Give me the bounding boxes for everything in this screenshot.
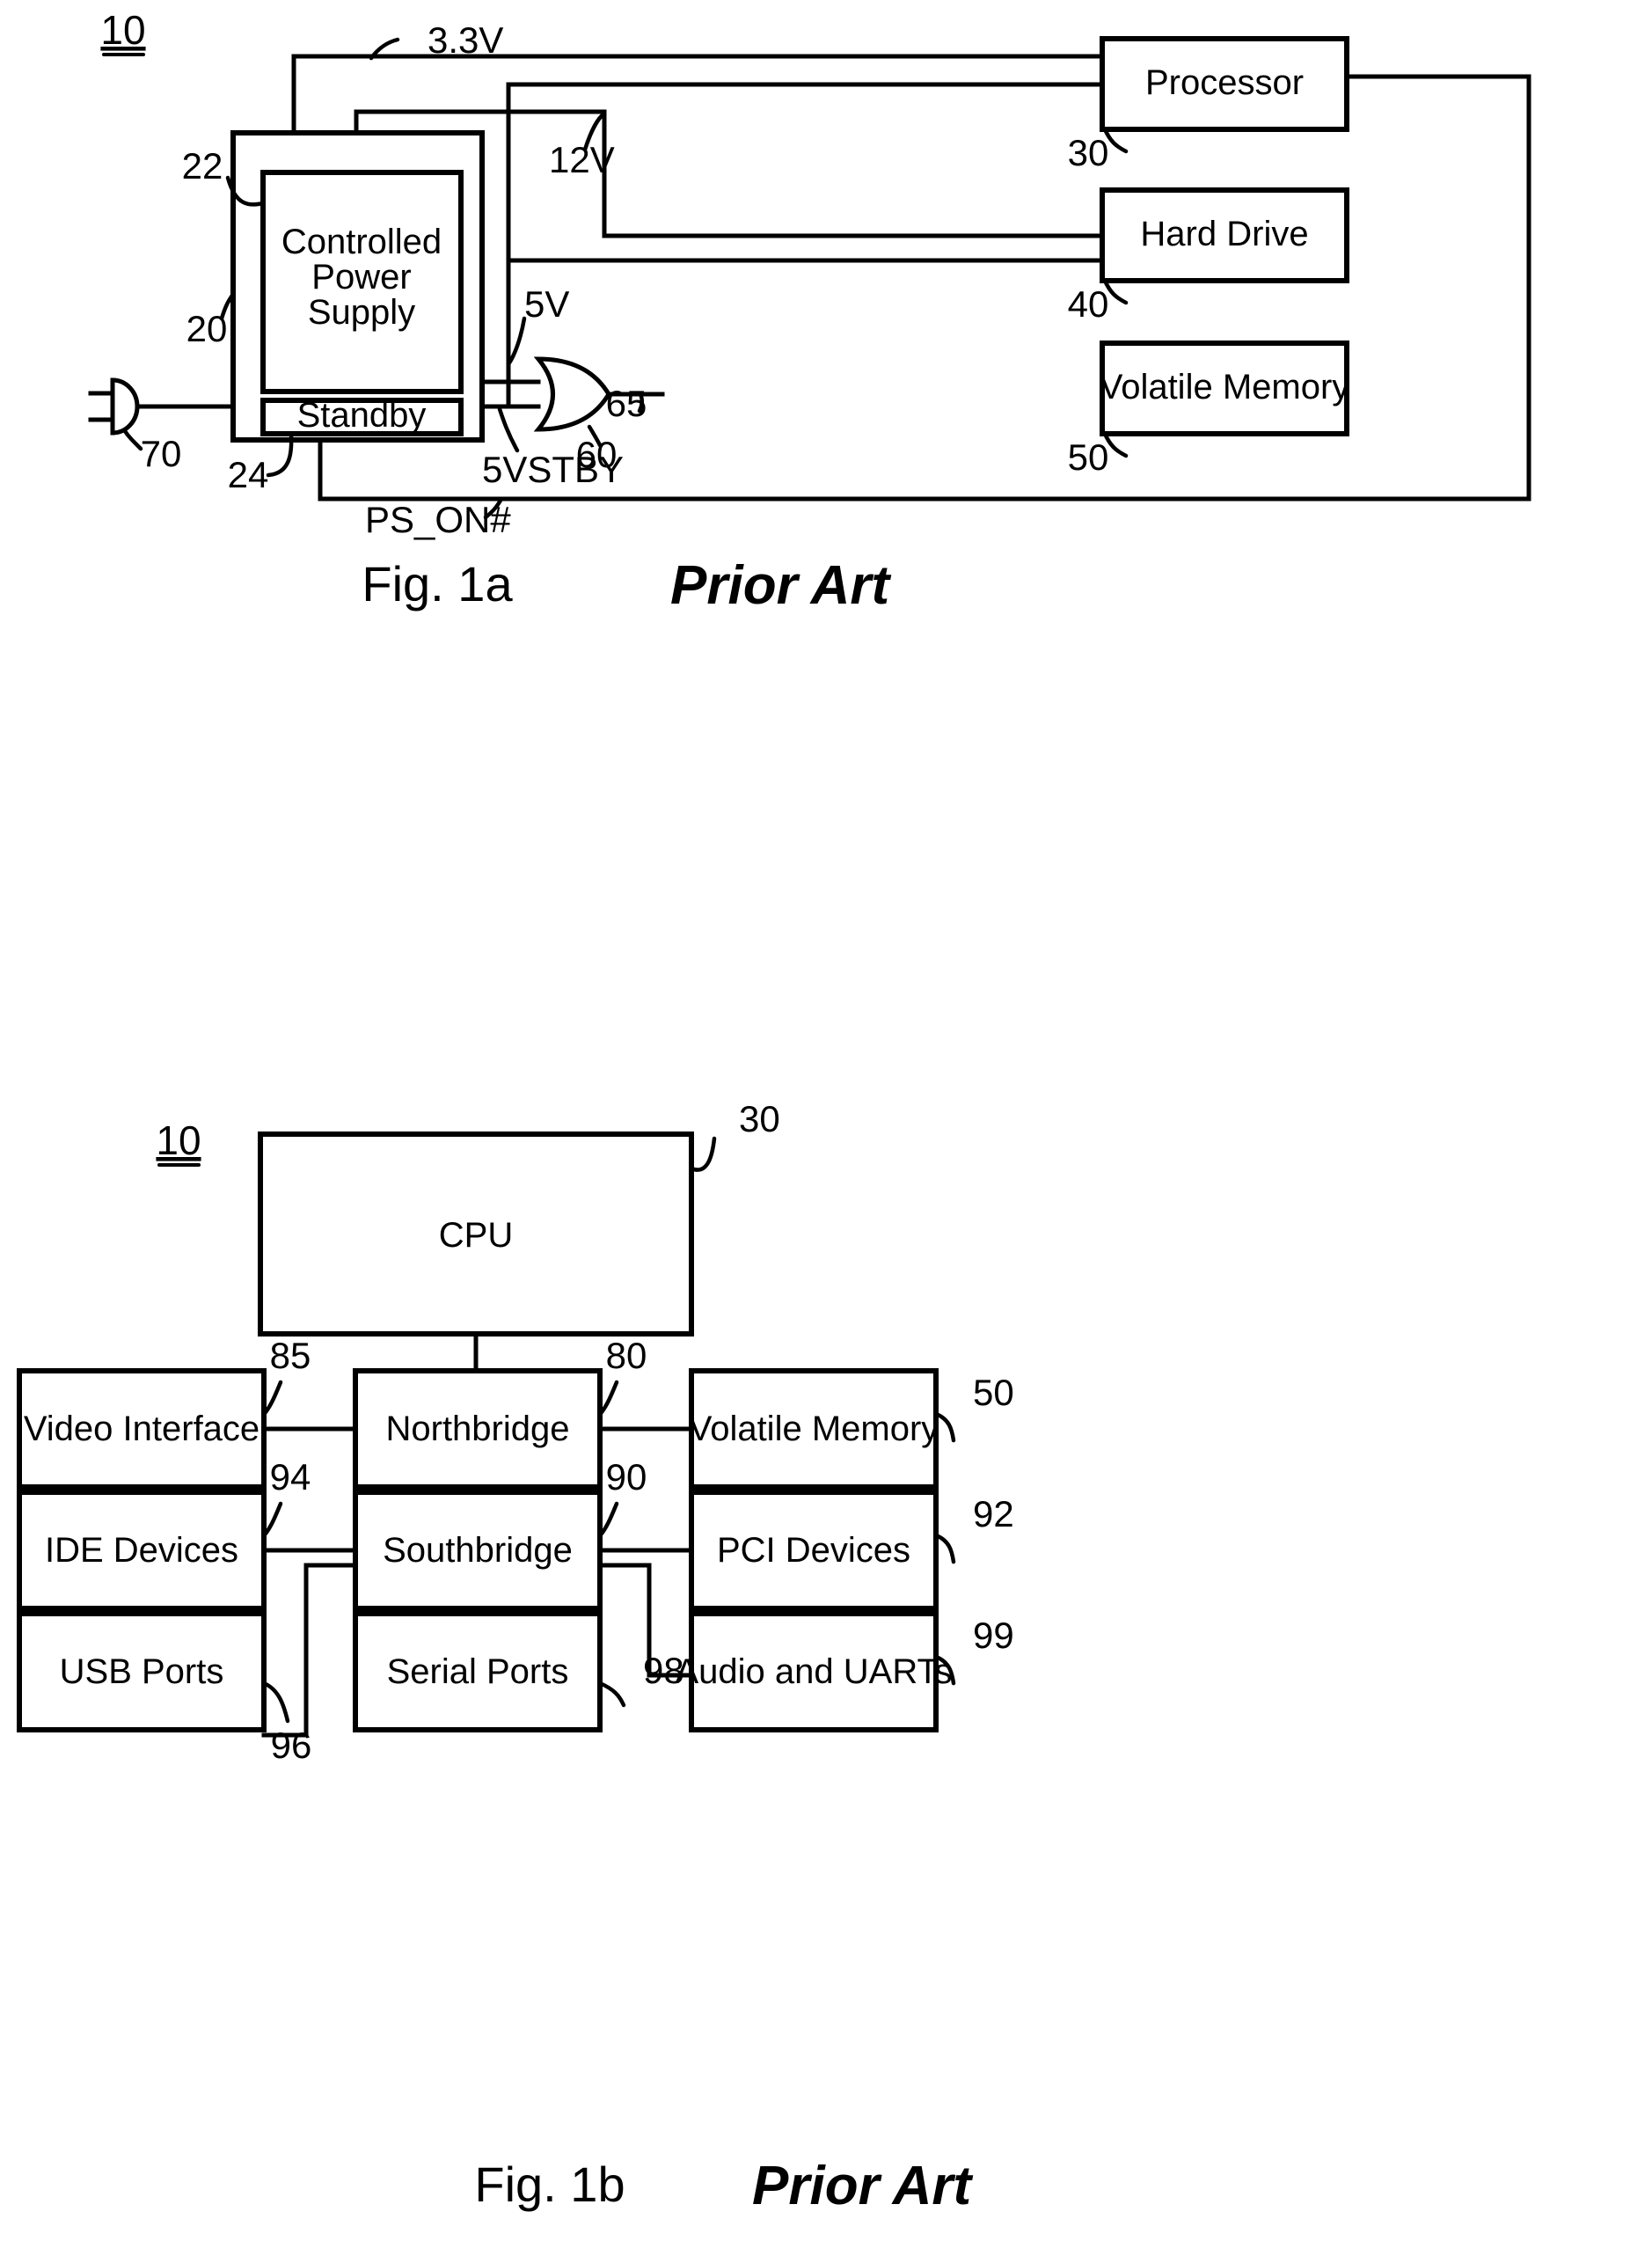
video-interface-label: Video Interface	[24, 1410, 259, 1448]
sig-3v3-label: 3.3V	[428, 19, 503, 61]
ref-24: 24	[228, 454, 269, 495]
ref-96-leader	[261, 1681, 290, 1724]
processor-label: Processor	[1145, 63, 1304, 102]
sig-5vstby-leader	[497, 406, 520, 453]
audio-uarts-label: Audio and UARTs	[676, 1652, 953, 1691]
volatile-memory-label: Volatile Memory	[1100, 368, 1350, 406]
ref-50: 50	[1068, 436, 1109, 478]
ref-30-leader-b	[689, 1136, 717, 1172]
fig1b-system-ref: 10	[156, 1117, 201, 1163]
standby-label: Standby	[297, 396, 427, 435]
ref-30: 30	[1068, 132, 1109, 173]
usb-ports-label: USB Ports	[60, 1652, 224, 1691]
sig-5vstby-label: 5VSTBY	[482, 449, 624, 490]
ref-99: 99	[973, 1615, 1014, 1656]
cpu-label: CPU	[439, 1216, 513, 1255]
patent-figure-sheet: 10 Controlled Power Supply Standby Proce…	[0, 0, 1652, 2263]
ref-96: 96	[271, 1725, 312, 1766]
wire-12v-to-hdd	[602, 109, 1105, 238]
wire-southbridge-to-usb	[261, 1563, 358, 1738]
ref-98-leader	[597, 1681, 626, 1708]
figure-1a: 10 Controlled Power Supply Standby Proce…	[88, 7, 1531, 616]
ide-devices-label: IDE Devices	[45, 1531, 238, 1570]
sig-ps-on-label: PS_ON#	[365, 499, 511, 540]
southbridge-label: Southbridge	[383, 1531, 573, 1570]
figure-1b: 10 CPU 30 Video Interface Northbridge Vo…	[17, 1098, 1014, 2216]
ref-90-leader	[599, 1501, 619, 1536]
volatile-memory-label-b: Volatile Memory	[689, 1410, 939, 1448]
ref-90: 90	[606, 1456, 647, 1498]
ref-85: 85	[270, 1335, 311, 1376]
fig1b-prior-art-label: Prior Art	[752, 2156, 974, 2216]
sig-12v-label: 12V	[549, 139, 615, 180]
ref-20: 20	[186, 308, 228, 349]
fig1a-system-ref: 10	[100, 7, 145, 53]
ref-50-b: 50	[973, 1372, 1014, 1413]
fig1b-caption: Fig. 1b	[474, 2157, 625, 2212]
ref-65: 65	[606, 383, 647, 424]
controlled-power-supply-label-line3: Supply	[308, 293, 415, 332]
fig1a-caption: Fig. 1a	[362, 556, 513, 612]
controlled-power-supply-label-line1: Controlled	[281, 223, 442, 261]
hard-drive-label: Hard Drive	[1140, 215, 1308, 253]
ref-80-leader	[599, 1380, 619, 1415]
ref-22: 22	[182, 145, 223, 187]
ref-94-leader	[263, 1501, 283, 1536]
ref-85-leader	[263, 1380, 283, 1415]
ref-70-leader	[122, 428, 143, 451]
northbridge-label: Northbridge	[385, 1410, 569, 1448]
ref-80: 80	[606, 1335, 647, 1376]
or-gate-shape	[533, 356, 611, 432]
ac-plug-icon	[110, 377, 140, 436]
sig-5v-leader	[506, 316, 527, 367]
pci-devices-label: PCI Devices	[717, 1531, 910, 1570]
ref-30-b: 30	[739, 1098, 780, 1139]
ref-40: 40	[1068, 283, 1109, 325]
serial-ports-label: Serial Ports	[387, 1652, 569, 1691]
fig1a-prior-art-label: Prior Art	[670, 555, 892, 616]
sig-5v-label: 5V	[524, 283, 569, 325]
ref-98: 98	[643, 1650, 684, 1691]
ref-70: 70	[141, 433, 182, 474]
controlled-power-supply-label-line2: Power	[311, 258, 411, 297]
ref-92: 92	[973, 1493, 1014, 1534]
ref-94: 94	[270, 1456, 311, 1498]
